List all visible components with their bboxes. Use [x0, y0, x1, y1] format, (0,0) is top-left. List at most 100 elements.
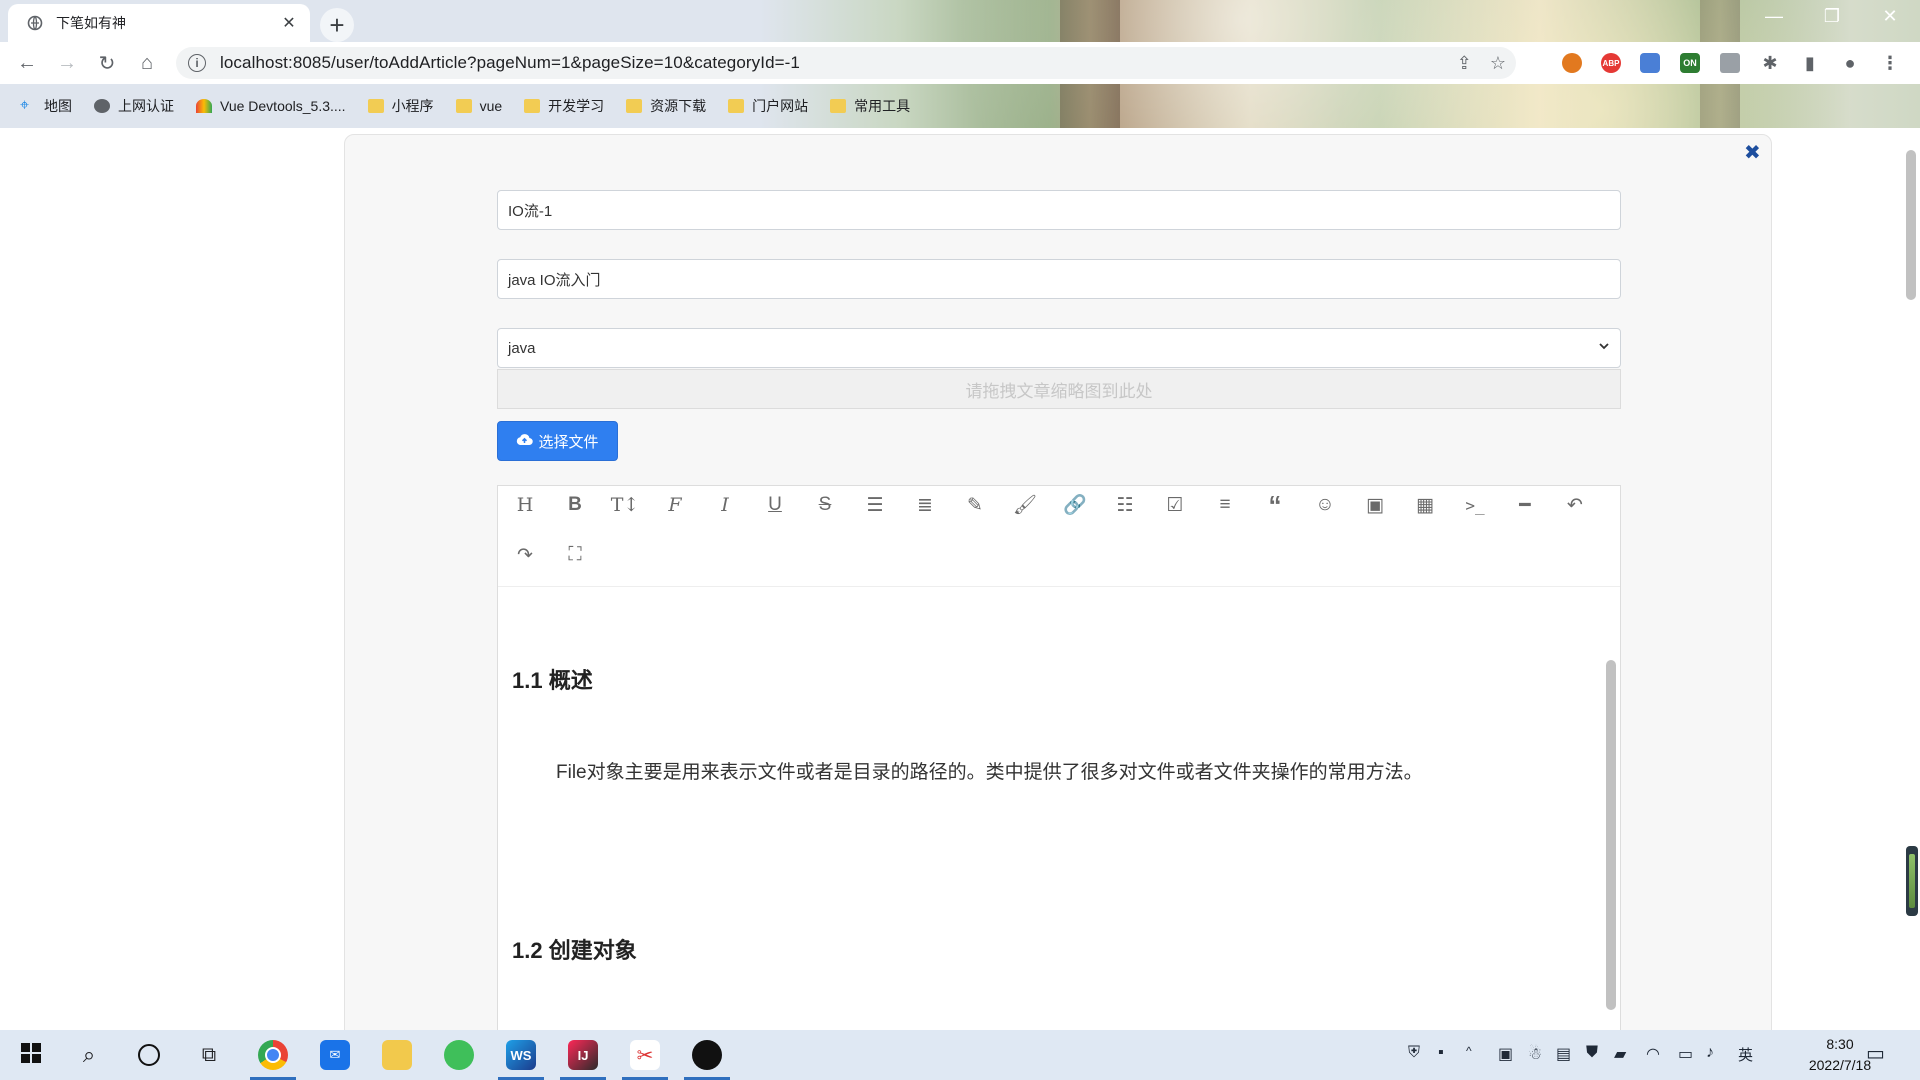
side-panel-icon[interactable]: ▮: [1800, 53, 1820, 73]
italic-icon[interactable]: I: [708, 488, 742, 522]
tray-app-icon[interactable]: ▤: [1556, 1044, 1571, 1064]
bookmark-folder[interactable]: 小程序: [367, 96, 434, 116]
horizontal-rule-icon[interactable]: ━: [1508, 488, 1542, 522]
bookmark-folder[interactable]: vue: [455, 98, 502, 114]
taskbar-app-intellij[interactable]: IJ: [552, 1030, 614, 1080]
emoji-icon[interactable]: ☺: [1308, 488, 1342, 522]
bookmark-folder[interactable]: 门户网站: [728, 96, 808, 116]
share-icon[interactable]: ⇪: [1457, 53, 1472, 74]
bookmark-item[interactable]: ⌖ 地图: [20, 96, 72, 116]
ime-indicator[interactable]: 英: [1738, 1044, 1753, 1065]
editor-scrollbar-thumb[interactable]: [1606, 660, 1616, 1010]
extension-translate-icon[interactable]: [1640, 53, 1660, 73]
bookmark-item[interactable]: Vue Devtools_5.3....: [196, 98, 346, 114]
table-icon[interactable]: ▦: [1408, 488, 1442, 522]
content-heading: 1.2 创建对象: [512, 938, 637, 963]
tray-overflow-icon[interactable]: ^: [1466, 1044, 1472, 1058]
bookmark-star-icon[interactable]: ☆: [1490, 53, 1506, 74]
task-view-button[interactable]: ⧉: [178, 1030, 240, 1080]
line-height-icon[interactable]: ≣: [908, 488, 942, 522]
taskbar-app-file-explorer[interactable]: [366, 1030, 428, 1080]
close-icon[interactable]: ✖: [1744, 140, 1761, 165]
code-icon[interactable]: >_: [1458, 488, 1492, 522]
underline-icon[interactable]: U: [758, 488, 792, 522]
profile-icon[interactable]: ●: [1840, 53, 1860, 73]
bookmark-folder[interactable]: 常用工具: [830, 96, 910, 116]
extension-adblock-icon[interactable]: ABP: [1601, 53, 1621, 73]
bookmark-folder[interactable]: 开发学习: [524, 96, 604, 116]
defender-shield-icon[interactable]: ⛨: [1408, 1044, 1420, 1062]
start-button[interactable]: [0, 1030, 62, 1080]
taskbar-app-snipping[interactable]: ✂: [614, 1030, 676, 1080]
markdown-editor[interactable]: H B T↕ F I U S ☰ ≣ ✎ 🖌 🔗 ☷ ☑ ≡ “ ☺ ▣ ▦ >…: [497, 485, 1621, 1030]
image-icon[interactable]: ▣: [1358, 488, 1392, 522]
side-widget[interactable]: [1906, 846, 1918, 916]
extension-folder-icon[interactable]: [1720, 53, 1740, 73]
menu-kebab-icon[interactable]: ⋮: [1880, 53, 1900, 73]
brush-icon[interactable]: 🖌: [1008, 488, 1042, 522]
minimize-button[interactable]: —: [1754, 6, 1794, 27]
taskbar-app-obs[interactable]: [676, 1030, 738, 1080]
strikethrough-icon[interactable]: S: [808, 488, 842, 522]
nvidia-icon[interactable]: ▪: [1438, 1044, 1444, 1062]
align-left-icon[interactable]: ≡: [1208, 488, 1242, 522]
redo-icon[interactable]: ↷: [508, 538, 542, 572]
tray-app-icon[interactable]: ▣: [1498, 1044, 1513, 1064]
close-tab-icon[interactable]: ✕: [278, 13, 300, 33]
security-icon[interactable]: ⛊: [1586, 1044, 1598, 1062]
site-info-icon[interactable]: i: [188, 54, 206, 72]
undo-icon[interactable]: ↶: [1558, 488, 1592, 522]
cortana-button[interactable]: [118, 1030, 180, 1080]
search-button[interactable]: ⌕: [58, 1030, 120, 1080]
url-text[interactable]: localhost:8085/user/toAddArticle?pageNum…: [220, 53, 1439, 73]
bookmark-item[interactable]: 上网认证: [94, 96, 174, 116]
font-family-icon[interactable]: F: [658, 488, 692, 522]
taskbar-app-browser[interactable]: [428, 1030, 490, 1080]
forward-button[interactable]: →: [52, 48, 82, 78]
category-select[interactable]: java: [497, 328, 1621, 368]
vue-devtools-icon: [196, 99, 212, 113]
address-bar[interactable]: i localhost:8085/user/toAddArticle?pageN…: [176, 47, 1516, 79]
scissors-icon: ✂: [630, 1040, 660, 1070]
font-size-icon[interactable]: T↕: [608, 488, 642, 522]
checkbox-icon[interactable]: ☑: [1158, 488, 1192, 522]
choose-file-button[interactable]: 选择文件: [497, 421, 618, 461]
link-icon[interactable]: 🔗: [1058, 488, 1092, 522]
browser-tab-active[interactable]: 下笔如有神 ✕: [8, 4, 310, 42]
taskbar-app-chrome[interactable]: [242, 1030, 304, 1080]
back-button[interactable]: ←: [12, 48, 42, 78]
restore-button[interactable]: ❐: [1812, 6, 1852, 27]
battery-icon[interactable]: ▭: [1678, 1044, 1693, 1064]
chevron-down-icon: [1598, 340, 1610, 355]
extension-on-icon[interactable]: ON: [1680, 53, 1700, 73]
home-button[interactable]: ⌂: [132, 48, 162, 78]
reload-button[interactable]: ↻: [92, 48, 122, 78]
heading-icon[interactable]: H: [508, 488, 542, 522]
editor-content[interactable]: 1.1 概述 File对象主要是用来表示文件或者是目录的路径的。类中提供了很多对…: [498, 587, 1598, 1030]
highlighter-icon[interactable]: ✎: [958, 488, 992, 522]
close-window-button[interactable]: ✕: [1870, 6, 1910, 27]
article-title-input[interactable]: IO流-1: [497, 190, 1621, 230]
bullet-list-icon[interactable]: ☷: [1108, 488, 1142, 522]
tray-app-icon[interactable]: ▰: [1614, 1044, 1626, 1064]
taskbar-app-webstorm[interactable]: WS: [490, 1030, 552, 1080]
indent-icon[interactable]: ☰: [858, 488, 892, 522]
fullscreen-icon[interactable]: ⛶: [558, 538, 592, 572]
bookmark-folder[interactable]: 资源下载: [626, 96, 706, 116]
notification-center-icon[interactable]: ▭: [1866, 1041, 1885, 1066]
taskbar-app-mail[interactable]: ✉: [304, 1030, 366, 1080]
article-summary-input[interactable]: java IO流入门: [497, 259, 1621, 299]
extensions-puzzle-icon[interactable]: ✱: [1760, 53, 1780, 73]
wifi-icon[interactable]: ◠: [1646, 1044, 1660, 1064]
bold-icon[interactable]: B: [558, 488, 592, 522]
bookmarks-bar: ⌖ 地图 上网认证 Vue Devtools_5.3.... 小程序 vue 开发…: [0, 84, 1920, 128]
extension-firefox-icon[interactable]: [1562, 53, 1582, 73]
home-icon: ⌂: [140, 51, 154, 74]
page-scrollbar-thumb[interactable]: [1906, 150, 1916, 300]
thumbnail-dropzone[interactable]: 请拖拽文章缩略图到此处: [497, 369, 1621, 409]
qq-icon[interactable]: ☃: [1528, 1044, 1542, 1064]
quote-icon[interactable]: “: [1258, 488, 1292, 522]
volume-icon[interactable]: ♪: [1706, 1044, 1714, 1062]
search-icon: ⌕: [82, 1042, 96, 1067]
new-tab-button[interactable]: +: [320, 8, 354, 42]
